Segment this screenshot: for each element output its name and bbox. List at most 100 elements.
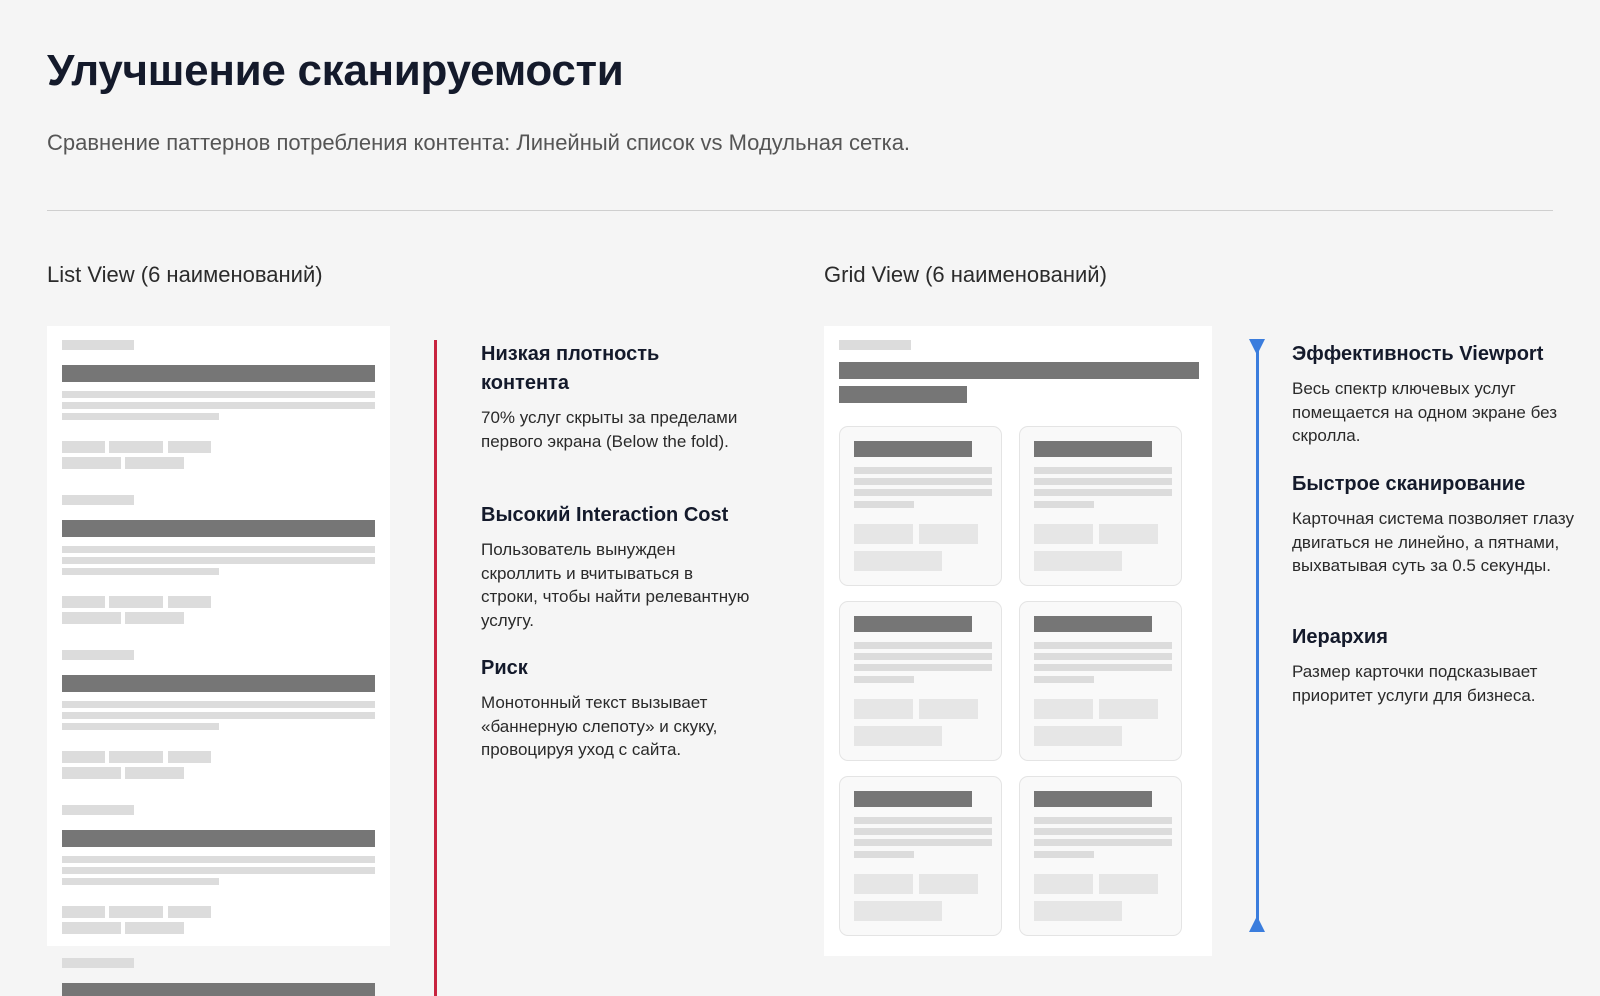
grid-indicator-line (1256, 350, 1259, 925)
header-divider (47, 210, 1553, 211)
wireframe-text-placeholder (62, 402, 375, 409)
wireframe-tag-placeholder (854, 551, 942, 571)
wireframe-text-placeholder (1034, 489, 1172, 496)
wireframe-tag-placeholder (62, 596, 105, 608)
wireframe-tag-placeholder (1034, 524, 1093, 544)
wireframe-text-placeholder (62, 546, 375, 553)
wireframe-text-placeholder (1034, 828, 1172, 835)
wireframe-tag-placeholder (109, 906, 163, 918)
grid-note-heading: Быстрое сканирование (1292, 473, 1526, 495)
wireframe-title-placeholder (1034, 441, 1152, 457)
list-note-text: 70% услуг скрыты за пределами первого эк… (481, 408, 738, 451)
wireframe-text-placeholder (1034, 467, 1172, 474)
grid-note-hierarchy: Иерархия Размер карточки подсказывает пр… (1292, 623, 1582, 707)
wireframe-label-placeholder (62, 805, 134, 815)
list-note-interaction: Высокий Interaction Cost Пользователь вы… (481, 501, 751, 632)
wireframe-text-placeholder (854, 642, 992, 649)
wireframe-label-placeholder (62, 958, 134, 968)
wireframe-title-placeholder (62, 365, 375, 382)
wireframe-tag-placeholder (1099, 874, 1158, 894)
list-note-heading: Риск (481, 657, 528, 679)
wireframe-text-placeholder (1034, 478, 1172, 485)
wireframe-text-placeholder (1034, 664, 1172, 671)
wireframe-tag-placeholder (854, 524, 913, 544)
list-view-title: List View (6 наименований) (47, 262, 323, 287)
wireframe-text-placeholder (854, 467, 992, 474)
wireframe-tag-placeholder (854, 874, 913, 894)
wireframe-tag-placeholder (1034, 901, 1122, 921)
wireframe-tag-placeholder (919, 524, 978, 544)
wireframe-tag-placeholder (62, 906, 105, 918)
wireframe-text-placeholder (62, 568, 219, 575)
wireframe-title-placeholder (839, 386, 967, 403)
wireframe-tag-placeholder (1034, 726, 1122, 746)
wireframe-text-placeholder (854, 478, 992, 485)
wireframe-tag-placeholder (109, 596, 163, 608)
wireframe-title-placeholder (1034, 791, 1152, 807)
grid-note-heading: Эффективность Viewport (1292, 343, 1544, 365)
list-note-heading: Высокий Interaction Cost (481, 504, 729, 526)
list-note-text: Монотонный текст вызывает «баннерную сле… (481, 693, 718, 759)
wireframe-text-placeholder (1034, 501, 1094, 508)
wireframe-card (1019, 776, 1182, 936)
wireframe-card (1019, 601, 1182, 761)
arrow-bottom-icon (1249, 916, 1265, 932)
wireframe-text-placeholder (62, 701, 375, 708)
wireframe-tag-placeholder (854, 726, 942, 746)
wireframe-text-placeholder (1034, 817, 1172, 824)
wireframe-title-placeholder (62, 830, 375, 847)
wireframe-tag-placeholder (109, 441, 163, 453)
list-note-risk: Риск Монотонный текст вызывает «баннерну… (481, 654, 756, 762)
wireframe-text-placeholder (1034, 676, 1094, 683)
wireframe-title-placeholder (854, 616, 972, 632)
grid-note-heading: Иерархия (1292, 626, 1388, 648)
wireframe-tag-placeholder (854, 901, 942, 921)
wireframe-text-placeholder (62, 723, 219, 730)
wireframe-text-placeholder (854, 653, 992, 660)
wireframe-text-placeholder (1034, 839, 1172, 846)
wireframe-title-placeholder (62, 675, 375, 692)
list-wireframe-overflow (47, 946, 390, 996)
grid-note-scan: Быстрое сканирование Карточная система п… (1292, 470, 1582, 578)
wireframe-tag-placeholder (168, 441, 211, 453)
wireframe-title-placeholder (854, 791, 972, 807)
wireframe-text-placeholder (854, 489, 992, 496)
wireframe-tag-placeholder (168, 596, 211, 608)
wireframe-text-placeholder (62, 557, 375, 564)
grid-note-text: Размер карточки подсказывает приоритет у… (1292, 662, 1538, 705)
grid-note-viewport: Эффективность Viewport Весь спектр ключе… (1292, 340, 1582, 448)
page-subtitle: Сравнение паттернов потребления контента… (47, 130, 911, 155)
wireframe-tag-placeholder (125, 612, 184, 624)
wireframe-text-placeholder (854, 839, 992, 846)
wireframe-label-placeholder (62, 650, 134, 660)
wireframe-text-placeholder (1034, 642, 1172, 649)
wireframe-text-placeholder (62, 878, 219, 885)
wireframe-tag-placeholder (919, 874, 978, 894)
wireframe-text-placeholder (854, 676, 914, 683)
wireframe-label-placeholder (62, 495, 134, 505)
wireframe-tag-placeholder (919, 699, 978, 719)
wireframe-text-placeholder (854, 851, 914, 858)
wireframe-label-placeholder (839, 340, 911, 350)
wireframe-tag-placeholder (1034, 699, 1093, 719)
wireframe-text-placeholder (1034, 653, 1172, 660)
wireframe-card (1019, 426, 1182, 586)
list-note-text: Пользователь вынужден скроллить и вчитыв… (481, 540, 750, 630)
wireframe-tag-placeholder (1034, 551, 1122, 571)
list-indicator-line (434, 340, 437, 996)
grid-note-text: Карточная система позволяет глазу двигат… (1292, 509, 1574, 575)
grid-view-title: Grid View (6 наименований) (824, 262, 1107, 287)
wireframe-text-placeholder (62, 856, 375, 863)
grid-note-text: Весь спектр ключевых услуг помещается на… (1292, 379, 1557, 445)
wireframe-label-placeholder (62, 340, 134, 350)
wireframe-tag-placeholder (125, 767, 184, 779)
wireframe-card (839, 426, 1002, 586)
wireframe-text-placeholder (62, 712, 375, 719)
wireframe-tag-placeholder (1099, 524, 1158, 544)
wireframe-text-placeholder (854, 501, 914, 508)
grid-wireframe-panel (824, 326, 1212, 956)
wireframe-tag-placeholder (109, 751, 163, 763)
wireframe-tag-placeholder (168, 751, 211, 763)
wireframe-title-placeholder (1034, 616, 1152, 632)
wireframe-text-placeholder (854, 828, 992, 835)
